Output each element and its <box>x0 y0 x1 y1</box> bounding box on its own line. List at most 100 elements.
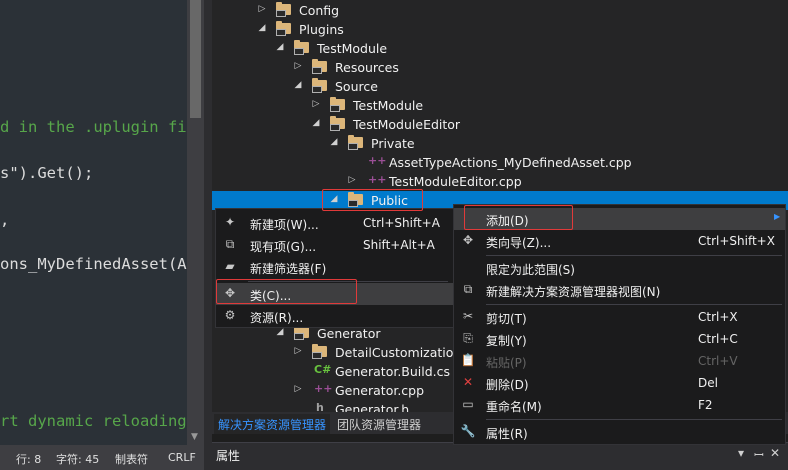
properties-title: 属性 <box>216 449 241 463</box>
expander-icon[interactable]: ▷ <box>293 346 303 356</box>
menu-item-delete[interactable]: ✕ 删除(D) Del <box>454 372 785 394</box>
menu-item-shortcut: Ctrl+V <box>698 354 738 368</box>
code-line: rt dynamic reloading <box>0 412 187 430</box>
expander-icon[interactable]: ◢ <box>329 137 339 147</box>
tree-item-label: TestModule <box>353 98 424 113</box>
scrollbar-thumb[interactable] <box>190 0 201 118</box>
folder-icon <box>348 135 363 150</box>
status-tabs[interactable]: 制表符 <box>115 451 148 467</box>
panel-divider[interactable] <box>204 0 212 470</box>
highlight-box-class <box>216 279 357 304</box>
menu-item-label: 资源(R)... <box>250 311 304 325</box>
tree-item-plugins[interactable]: ◢ Plugins <box>212 20 788 39</box>
menu-item-label: 新建项(W)... <box>250 218 319 232</box>
menu-item-label: 粘贴(P) <box>486 356 527 370</box>
tree-item-source-testmodule[interactable]: ▷ TestModule <box>212 96 788 115</box>
header-file-icon: h <box>316 401 324 412</box>
menu-item-shortcut: Ctrl+Shift+A <box>363 216 440 230</box>
status-eol[interactable]: CRLF <box>168 451 196 464</box>
tree-item-private[interactable]: ◢ Private <box>212 134 788 153</box>
code-line: s").Get(); <box>0 164 94 182</box>
tree-item-testmodule[interactable]: ◢ TestModule <box>212 39 788 58</box>
expander-icon[interactable]: ▷ <box>293 61 303 71</box>
tree-item-label: TestModuleEditor <box>353 117 461 132</box>
context-menu: 添加(D) ▶ ✥ 类向导(Z)... Ctrl+Shift+X 限定为此范围(… <box>453 204 786 445</box>
menu-item-class-wizard[interactable]: ✥ 类向导(Z)... Ctrl+Shift+X <box>454 230 785 252</box>
menu-item-shortcut: F2 <box>698 398 713 412</box>
menu-item-cut[interactable]: ✂ 剪切(T) Ctrl+X <box>454 306 785 328</box>
scroll-down-arrow-icon[interactable]: ▼ <box>191 432 198 442</box>
expander-icon[interactable]: ◢ <box>275 42 285 52</box>
menu-item-label: 类向导(Z)... <box>486 236 552 250</box>
new-filter-icon: ▰ <box>225 259 235 273</box>
properties-icon: 🔧 <box>460 424 476 438</box>
expander-icon[interactable]: ◢ <box>257 23 267 33</box>
tab-solution-explorer[interactable]: 解决方案资源管理器 <box>214 414 331 434</box>
cpp-file-icon: ++ <box>368 173 387 186</box>
pin-icon[interactable]: ꟷ <box>754 446 764 463</box>
tree-item-label: Generator.Build.cs <box>335 364 451 379</box>
code-line: d in the .uplugin fi <box>0 118 187 136</box>
expander-icon[interactable]: ▷ <box>257 4 267 14</box>
menu-item-existing-item[interactable]: ⧉ 现有项(G)... Shift+Alt+A <box>216 234 453 256</box>
menu-separator <box>486 255 782 256</box>
expander-icon[interactable]: ◢ <box>293 80 303 90</box>
add-submenu: ✦ 新建项(W)... Ctrl+Shift+A ⧉ 现有项(G)... Shi… <box>215 208 454 328</box>
menu-item-shortcut: Ctrl+X <box>698 310 738 324</box>
menu-item-copy[interactable]: ⎘ 复制(Y) Ctrl+C <box>454 328 785 350</box>
highlight-box-public <box>322 189 423 211</box>
menu-separator <box>486 304 782 305</box>
folder-icon <box>330 116 345 131</box>
tree-item-assettypeactions-cpp[interactable]: ++ AssetTypeActions_MyDefinedAsset.cpp <box>212 153 788 172</box>
folder-icon <box>276 2 291 17</box>
menu-item-new-filter[interactable]: ▰ 新建筛选器(F) <box>216 256 453 278</box>
rename-icon: ▭ <box>462 397 474 411</box>
tree-item-label: Private <box>371 136 415 151</box>
editor-vertical-scrollbar[interactable]: ▼ <box>187 0 204 445</box>
tree-item-testmoduleeditor[interactable]: ◢ TestModuleEditor <box>212 115 788 134</box>
tree-item-label: DetailCustomization <box>335 345 462 360</box>
menu-separator <box>486 419 782 420</box>
menu-item-scope-to-this[interactable]: 限定为此范围(S) <box>454 257 785 279</box>
delete-icon: ✕ <box>462 375 474 389</box>
code-editor[interactable]: d in the .uplugin fi s").Get(); , ons_My… <box>0 0 187 445</box>
cpp-file-icon: ++ <box>314 382 333 395</box>
code-line: ons_MyDefinedAsset(A <box>0 255 187 273</box>
dropdown-icon[interactable]: ▾ <box>738 446 744 460</box>
menu-item-properties[interactable]: 🔧 属性(R) <box>454 421 785 443</box>
tree-item-label: Generator <box>317 326 381 341</box>
tree-item-label: Plugins <box>299 22 344 37</box>
folder-icon <box>330 97 345 112</box>
menu-item-rename[interactable]: ▭ 重命名(M) F2 <box>454 394 785 416</box>
tree-item-label: Generator.h <box>335 402 410 412</box>
tree-item-config[interactable]: ▷ Config <box>212 1 788 20</box>
tree-item-label: Generator.cpp <box>335 383 425 398</box>
menu-item-label: 新建解决方案资源管理器视图(N) <box>486 285 661 299</box>
menu-item-resource[interactable]: ⚙ 资源(R)... <box>216 305 453 327</box>
expander-icon[interactable]: ◢ <box>311 118 321 128</box>
tree-item-testmoduleeditor-cpp[interactable]: ▷ ++ TestModuleEditor.cpp <box>212 172 788 191</box>
expander-icon[interactable]: ▷ <box>347 175 357 185</box>
csharp-file-icon: C# <box>314 363 332 376</box>
tree-item-source[interactable]: ◢ Source <box>212 77 788 96</box>
tree-item-label: Resources <box>335 60 399 75</box>
menu-item-new-item[interactable]: ✦ 新建项(W)... Ctrl+Shift+A <box>216 212 453 234</box>
tab-team-explorer[interactable]: 团队资源管理器 <box>333 414 425 434</box>
menu-item-label: 现有项(G)... <box>250 240 317 254</box>
close-icon[interactable]: ✕ <box>770 446 780 460</box>
tree-item-label: AssetTypeActions_MyDefinedAsset.cpp <box>389 155 632 170</box>
highlight-box-add <box>464 205 573 230</box>
paste-icon: 📋 <box>460 353 476 367</box>
expander-icon[interactable]: ◢ <box>275 327 285 337</box>
expander-icon[interactable]: ▷ <box>293 384 303 394</box>
properties-panel-header: 属性 ▾ ꟷ ✕ <box>212 442 788 470</box>
expander-icon[interactable]: ▷ <box>311 99 321 109</box>
menu-item-shortcut: Ctrl+Shift+X <box>698 234 775 248</box>
menu-item-shortcut: Ctrl+C <box>698 332 738 346</box>
menu-item-new-explorer-view[interactable]: ⧉ 新建解决方案资源管理器视图(N) <box>454 279 785 301</box>
menu-item-shortcut: Shift+Alt+A <box>363 238 435 252</box>
tree-item-label: TestModule <box>317 41 388 56</box>
folder-icon <box>276 21 291 36</box>
cpp-file-icon: ++ <box>368 154 387 167</box>
tree-item-resources[interactable]: ▷ Resources <box>212 58 788 77</box>
